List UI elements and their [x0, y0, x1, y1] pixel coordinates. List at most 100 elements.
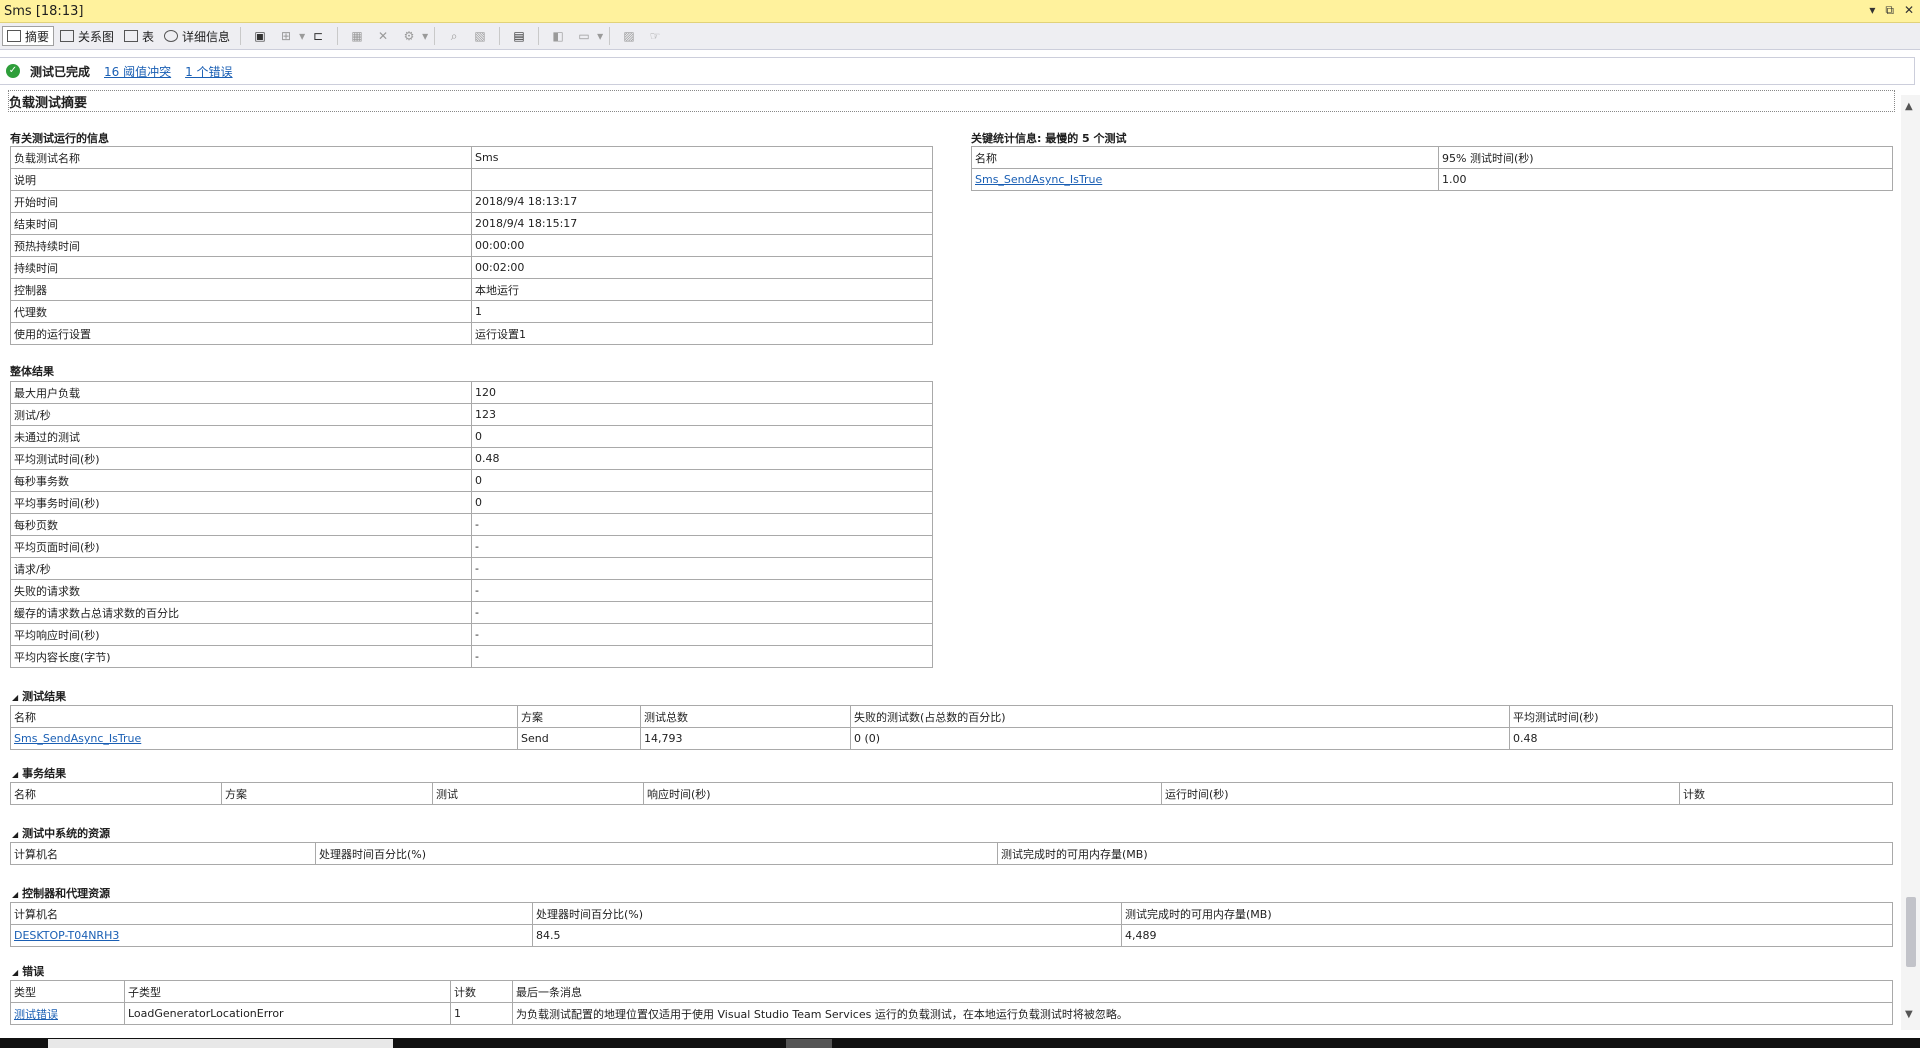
cell-memory: 4,489 — [1121, 924, 1893, 947]
summary-button[interactable]: 摘要 — [2, 26, 55, 46]
row-value: 0.48 — [471, 447, 933, 470]
toolbar-separator — [499, 27, 501, 45]
test-link[interactable]: Sms_SendAsync_IsTrue — [14, 732, 141, 745]
errors-table: 类型 子类型 计数 最后一条消息 测试错误 LoadGeneratorLocat… — [10, 980, 1893, 1025]
controller-resources-table: 计算机名 处理器时间百分比(%) 测试完成时的可用内存量(MB) DESKTOP… — [10, 902, 1893, 947]
transaction-results-table: 名称 方案 测试 响应时间(秒) 运行时间(秒) 计数 — [10, 782, 1893, 805]
dropdown-menu-icon[interactable]: ▾ — [1869, 3, 1875, 18]
table-row: 平均内容长度(字节) - — [10, 645, 933, 668]
tree-icon[interactable]: ⊏ — [311, 29, 325, 43]
row-label: 未通过的测试 — [10, 425, 472, 448]
page-title: 负载测试摘要 — [9, 96, 88, 111]
table-header-row: 名称 95% 测试时间(秒) — [971, 146, 1893, 169]
controller-resources-heading-label: 控制器和代理资源 — [22, 887, 111, 900]
row-value: 运行设置1 — [471, 322, 933, 345]
error-type-link[interactable]: 测试错误 — [14, 1008, 58, 1021]
errors-heading[interactable]: ◢ 错误 — [12, 963, 44, 979]
row-label: 平均页面时间(秒) — [10, 535, 472, 558]
row-label: 平均测试时间(秒) — [10, 447, 472, 470]
table-row: 每秒页数 - — [10, 513, 933, 536]
row-value: Sms — [471, 146, 933, 169]
header-computer: 计算机名 — [10, 902, 533, 925]
key-stats-heading: 关键统计信息: 最慢的 5 个测试 — [971, 132, 1127, 145]
cell-avg-time: 0.48 — [1509, 727, 1893, 750]
table-row: 平均页面时间(秒) - — [10, 535, 933, 558]
run-info-table: 负载测试名称 Sms 说明 开始时间 2018/9/4 18:13:17 结束时间 2018… — [10, 146, 933, 345]
row-value: - — [471, 645, 933, 668]
collapse-arrow-icon[interactable]: ◢ — [12, 830, 18, 839]
zoom-icon: ⌕ — [450, 29, 458, 43]
collapse-arrow-icon[interactable]: ◢ — [12, 968, 18, 977]
row-label: 测试/秒 — [10, 403, 472, 426]
row-label: 平均内容长度(字节) — [10, 645, 472, 668]
system-resources-heading-label: 测试中系统的资源 — [22, 827, 111, 840]
summary-label: 摘要 — [25, 29, 50, 44]
row-label: 最大用户负载 — [10, 381, 472, 404]
float-window-icon[interactable]: ⧉ — [1885, 3, 1894, 18]
collapse-arrow-icon[interactable]: ◢ — [12, 770, 18, 779]
graph-button[interactable]: 关系图 — [56, 26, 118, 46]
row-value: - — [471, 557, 933, 580]
table-row: 负载测试名称 Sms — [10, 146, 933, 169]
system-resources-heading[interactable]: ◢ 测试中系统的资源 — [12, 825, 110, 841]
report-icon[interactable]: ▤ — [512, 29, 526, 43]
save-icon: ▭ — [578, 29, 590, 43]
test-results-heading[interactable]: ◢ 测试结果 — [12, 688, 66, 704]
summary-icon — [7, 30, 21, 42]
table-row: DESKTOP-T04NRH3 84.5 4,489 — [10, 924, 1893, 947]
table-row: Sms_SendAsync_IsTrue Send 14,793 0 (0) 0… — [10, 727, 1893, 750]
header-scenario: 方案 — [221, 782, 433, 805]
delete-icon: ✕ — [378, 29, 389, 43]
table-row: 缓存的请求数占总请求数的百分比 - — [10, 601, 933, 624]
table-row: 最大用户负载 120 — [10, 381, 933, 404]
row-label: 每秒事务数 — [10, 469, 472, 492]
header-total-tests: 测试总数 — [640, 705, 851, 728]
table-button[interactable]: 表 — [120, 26, 158, 46]
computer-link[interactable]: DESKTOP-T04NRH3 — [14, 929, 119, 942]
status-text: 测试已完成 — [30, 64, 91, 79]
close-icon[interactable]: ✕ — [1904, 3, 1914, 18]
layout-grid-icon[interactable]: ⊞ — [279, 29, 293, 43]
table-row: 使用的运行设置 运行设置1 — [10, 322, 933, 345]
test-status-bar: ✓ 测试已完成 16 阈值冲突 1 个错误 — [0, 57, 1915, 85]
cell-total: 14,793 — [640, 727, 851, 750]
row-label: 结束时间 — [10, 212, 472, 235]
header-name: 名称 — [971, 146, 1439, 169]
row-value: 120 — [471, 381, 933, 404]
header-last-message: 最后一条消息 — [512, 980, 1893, 1003]
threshold-violations-link[interactable]: 16 阈值冲突 — [104, 63, 171, 80]
chevron-down-icon[interactable]: ▾ — [299, 29, 305, 43]
graph-icon — [60, 30, 75, 42]
system-resources-table: 计算机名 处理器时间百分比(%) 测试完成时的可用内存量(MB) — [10, 842, 1893, 865]
collapse-arrow-icon[interactable]: ◢ — [12, 693, 18, 702]
pointer-icon: ☞ — [649, 29, 661, 43]
test-results-table: 名称 方案 测试总数 失败的测试数(占总数的百分比) 平均测试时间(秒) Sms… — [10, 705, 1893, 750]
row-value: - — [471, 579, 933, 602]
image-icon[interactable]: ▣ — [253, 29, 267, 43]
row-label: 代理数 — [10, 300, 472, 323]
row-label: 平均响应时间(秒) — [10, 623, 472, 646]
test-link[interactable]: Sms_SendAsync_IsTrue — [975, 173, 1102, 186]
scroll-up-icon[interactable]: ▲ — [1905, 101, 1913, 112]
export-icon: ◧ — [552, 29, 564, 43]
header-test: 测试 — [432, 782, 644, 805]
transaction-results-heading[interactable]: ◢ 事务结果 — [12, 765, 66, 781]
taskbar-item[interactable] — [786, 1039, 832, 1048]
details-button[interactable]: 详细信息 — [160, 26, 234, 46]
row-label: 说明 — [10, 168, 472, 191]
gear-icon: ⚙ — [403, 29, 415, 43]
taskbar-item[interactable] — [48, 1039, 393, 1048]
collapse-arrow-icon[interactable]: ◢ — [12, 890, 18, 899]
chevron-down-icon: ▾ — [422, 29, 429, 43]
row-value — [471, 168, 933, 191]
run-info-heading: 有关测试运行的信息 — [10, 132, 109, 145]
transaction-results-heading-label: 事务结果 — [22, 767, 67, 780]
scroll-thumb[interactable] — [1906, 897, 1916, 967]
errors-heading-label: 错误 — [22, 965, 45, 978]
scroll-down-icon[interactable]: ▼ — [1905, 1009, 1913, 1020]
controller-resources-heading[interactable]: ◢ 控制器和代理资源 — [12, 885, 110, 901]
errors-link[interactable]: 1 个错误 — [185, 63, 232, 80]
vertical-scrollbar[interactable]: ▲ ▼ — [1901, 95, 1920, 1030]
table-row: 平均测试时间(秒) 0.48 — [10, 447, 933, 470]
add-counter-icon: ▦ — [351, 29, 363, 43]
